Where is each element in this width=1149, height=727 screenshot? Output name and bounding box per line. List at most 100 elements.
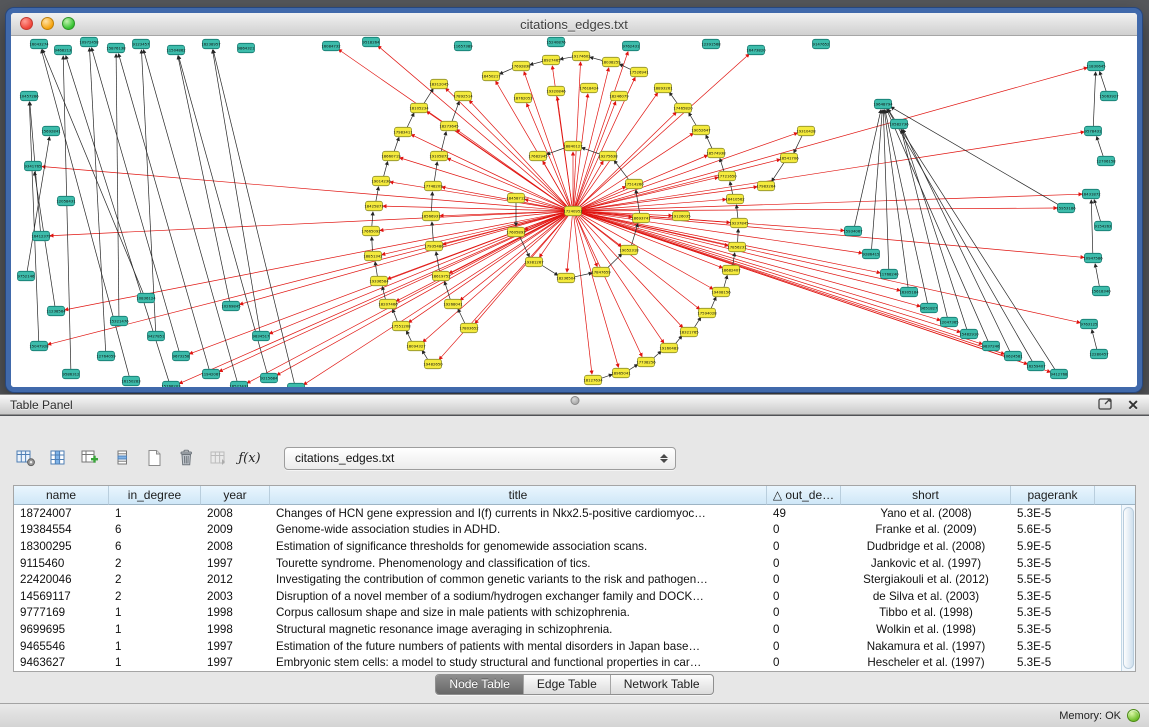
graph-node[interactable]: 17738256 (636, 357, 656, 366)
graph-node[interactable]: 9286415 (863, 249, 881, 258)
graph-node[interactable]: 12706158 (1096, 156, 1116, 165)
graph-node[interactable]: 10947586 (1083, 253, 1103, 262)
table-row[interactable]: 946362711997Embryonic stem cells: a mode… (14, 654, 1135, 671)
graph-node[interactable]: 15692841 (41, 126, 61, 135)
graph-node[interactable]: 19320846 (546, 86, 566, 95)
graph-node[interactable]: 18246079 (609, 91, 629, 100)
graph-node[interactable]: 10582736 (889, 119, 909, 128)
graph-node[interactable]: 16412379 (31, 231, 51, 240)
graph-node[interactable]: 9578431 (1085, 126, 1103, 135)
graph-node[interactable]: 9123457 (133, 39, 151, 48)
show-columns-icon[interactable] (44, 446, 71, 471)
table-row[interactable]: 1872400712008Changes of HCN gene express… (14, 505, 1135, 522)
graph-node[interactable]: 19052647 (691, 125, 711, 134)
graph-node[interactable]: 10972458 (79, 37, 99, 46)
close-panel-icon[interactable]: ✕ (1127, 398, 1139, 412)
graph-node[interactable]: 9834517 (253, 331, 271, 340)
table-row[interactable]: 977716911998Corpus callosum shape and si… (14, 605, 1135, 622)
graph-node[interactable]: 18273645 (439, 121, 459, 130)
column-header-title[interactable]: title (270, 486, 767, 505)
graph-node[interactable]: 10624581 (1003, 351, 1023, 360)
graph-node[interactable]: 10457286 (19, 91, 39, 100)
minimize-window-button[interactable] (41, 17, 54, 30)
graph-node[interactable]: 18893261 (653, 83, 673, 92)
graph-node[interactable]: 19237845 (729, 218, 749, 227)
column-header-out_de[interactable]: △ out_de… (767, 486, 841, 505)
graph-node[interactable]: 19275638 (598, 151, 618, 160)
graph-node[interactable]: 19052318 (619, 245, 639, 254)
table-row[interactable]: 1938455462009Genome-wide association stu… (14, 522, 1135, 539)
graph-node[interactable]: 15321476 (109, 316, 129, 325)
graph-node[interactable]: 12391568 (701, 39, 721, 48)
graph-node[interactable]: 9427851 (148, 331, 166, 340)
graph-node[interactable]: 19336584 (369, 276, 389, 285)
graph-node[interactable]: 12764059 (96, 351, 116, 360)
graph-node[interactable]: 17605893 (506, 227, 526, 236)
graph-node[interactable]: 17721650 (717, 171, 737, 180)
graph-node[interactable]: 9154263 (1095, 221, 1113, 230)
graph-node[interactable]: 18236504 (556, 273, 576, 282)
graph-node[interactable]: 18410562 (725, 194, 745, 203)
graph-node[interactable]: 10269845 (221, 301, 241, 310)
graph-node[interactable]: 15934067 (843, 226, 863, 235)
graph-node[interactable]: 10836124 (136, 293, 156, 302)
graph-node[interactable]: 18207466 (378, 299, 398, 308)
graph-node[interactable]: 19014230 (371, 176, 391, 185)
tab-network-table[interactable]: Network Table (610, 675, 713, 694)
graph-node[interactable]: 18312045 (429, 79, 449, 88)
graph-node[interactable]: 12483956 (286, 383, 306, 388)
delete-table-icon[interactable] (172, 446, 199, 471)
graph-node[interactable]: 15953186 (1056, 203, 1076, 212)
graph-node[interactable]: 18660719 (381, 151, 401, 160)
table-selector-dropdown[interactable]: citations_edges.txt (284, 447, 676, 470)
graph-node[interactable]: 19160483 (659, 343, 679, 352)
graph-node[interactable]: 18840127 (563, 141, 583, 150)
table-row[interactable]: 946554611997Estimation of the future num… (14, 638, 1135, 655)
graph-node[interactable]: 18574938 (706, 148, 726, 157)
table-row[interactable]: 969969511998Structural magnetic resonanc… (14, 621, 1135, 638)
graph-node[interactable]: 18965041 (611, 368, 631, 377)
graph-node[interactable]: 9147652 (813, 39, 831, 48)
graph-node[interactable]: 19381267 (524, 257, 544, 266)
graph-node[interactable]: 17514260 (624, 179, 644, 188)
edit-table-icon[interactable] (76, 446, 103, 471)
table-scrollbar[interactable] (1121, 505, 1135, 671)
graph-node[interactable]: 18450217 (481, 71, 501, 80)
graph-node[interactable]: 9673258 (173, 351, 191, 360)
graph-node[interactable]: 19126035 (671, 211, 691, 220)
graph-node[interactable]: 11657389 (453, 41, 473, 50)
graph-node[interactable]: 9215684 (261, 373, 279, 382)
graph-node[interactable]: 18927465 (541, 55, 561, 64)
graph-node[interactable]: 18693741 (631, 213, 651, 222)
graph-node[interactable]: 17594028 (697, 308, 717, 317)
graph-node[interactable]: 19648794 (873, 99, 893, 108)
graph-node[interactable]: 12280457 (1089, 349, 1109, 358)
graph-node[interactable]: 9762431 (623, 41, 641, 50)
graph-node[interactable]: 17526941 (629, 67, 649, 76)
graph-node[interactable]: 15047928 (29, 341, 49, 350)
graph-node[interactable]: 17682945 (528, 151, 548, 160)
table-row[interactable]: 2242004622012Investigating the contribut… (14, 571, 1135, 588)
graph-node[interactable]: 19408156 (711, 287, 731, 296)
table-panel-titlebar[interactable]: Table Panel ✕ (0, 394, 1149, 415)
node-table[interactable]: namein_degreeyeartitle△ out_de…shortpage… (13, 485, 1136, 672)
graph-node[interactable]: 19105872 (429, 151, 449, 160)
graph-node[interactable]: 9518264 (363, 37, 381, 46)
float-panel-icon[interactable] (1098, 397, 1113, 413)
graph-node[interactable]: 9586312 (63, 369, 81, 378)
tab-edge-table[interactable]: Edge Table (523, 675, 610, 694)
graph-node[interactable]: 18038259 (601, 57, 621, 66)
graph-node[interactable]: 18851342 (363, 251, 383, 260)
column-header-in_degree[interactable]: in_degree (109, 486, 201, 505)
window-titlebar[interactable]: citations_edges.txt (11, 13, 1137, 36)
graph-node[interactable]: 9651827 (921, 303, 939, 312)
column-header-name[interactable]: name (14, 486, 109, 505)
graph-node[interactable]: 17665092 (361, 226, 381, 235)
graph-node[interactable]: 18458712 (506, 193, 526, 202)
table-options-icon[interactable] (12, 446, 39, 471)
network-canvas[interactable]: 1724095218312045181052341798341118660719… (11, 36, 1137, 388)
graph-node[interactable]: 19268041 (443, 299, 463, 308)
scrollbar-thumb[interactable] (1123, 507, 1134, 669)
graph-node[interactable]: 18541706 (779, 153, 799, 162)
graph-node[interactable]: 11942067 (201, 369, 221, 378)
